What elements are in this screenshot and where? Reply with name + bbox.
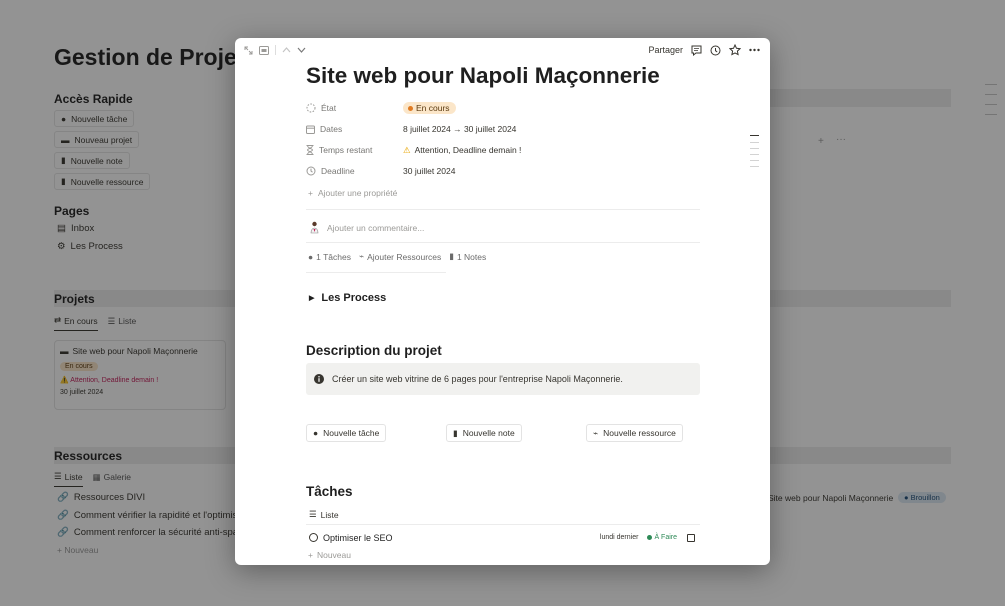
relations-bar: ● 1 Tâches ⌁ Ajouter Ressources ▮ 1 Notes [308,251,486,262]
comment-input[interactable]: Ajouter un commentaire... [309,221,424,234]
task-row[interactable]: Optimiser le SEO lundi dernier À Faire [306,529,700,546]
task-status-icon [309,533,318,542]
expand-icon[interactable] [244,46,253,55]
plus-icon: + [308,550,313,560]
plus-icon: + [308,188,313,198]
divider [306,524,700,525]
task-name[interactable]: Optimiser le SEO [323,533,600,543]
page-title[interactable]: Site web pour Napoli Maçonnerie [306,63,660,89]
info-icon [314,374,324,384]
chevron-up-icon[interactable] [282,47,291,53]
avatar [309,221,320,234]
outline-marker[interactable] [750,148,759,149]
more-icon[interactable] [749,48,760,52]
modal-toolbar-right: Partager [648,44,760,56]
side-peek-icon[interactable] [259,45,269,55]
outline-marker[interactable] [750,154,759,155]
comment-icon[interactable] [691,45,702,56]
clock-icon [306,166,316,176]
toolbar-divider [275,45,276,55]
dates-value: 8 juillet 2024 → 30 juillet 2024 [403,124,517,134]
triangle-right-icon: ▶ [309,295,315,302]
relation-notes[interactable]: ▮ 1 Notes [449,251,486,262]
tasks-heading: Tâches [306,484,353,499]
property-deadline[interactable]: Deadline 30 juillet 2024 [306,162,700,180]
divider [306,209,700,210]
warning-icon: ⚠ [403,144,411,155]
star-icon[interactable] [729,44,741,56]
link-icon: ⌁ [358,251,365,261]
relation-resources[interactable]: ⌁ Ajouter Ressources [359,251,441,262]
list-icon: ☰ [309,509,317,519]
process-toggle[interactable]: ▶ Les Process [309,292,386,304]
status-icon [306,103,316,113]
property-etat[interactable]: État En cours [306,99,700,117]
description-callout: Créer un site web vitrine de 6 pages pou… [306,363,700,395]
chevron-down-icon[interactable] [297,47,306,53]
new-task-button[interactable]: ● Nouvelle tâche [306,424,387,442]
check-circle-icon: ● [313,428,319,438]
relation-tasks[interactable]: ● 1 Tâches [308,252,351,262]
outline-marker[interactable] [750,135,759,136]
property-dates[interactable]: Dates 8 juillet 2024 → 30 juillet 2024 [306,120,700,138]
new-task-row-button[interactable]: + Nouveau [308,550,351,560]
new-note-button[interactable]: ▮ Nouvelle note [446,424,522,442]
outline-marker[interactable] [750,160,759,161]
property-temps-restant[interactable]: Temps restant ⚠ Attention, Deadline demai… [306,141,700,159]
status-badge[interactable]: En cours [403,102,456,114]
add-property-button[interactable]: + Ajouter une propriété [308,188,397,198]
share-button[interactable]: Partager [648,45,683,55]
hourglass-icon [306,145,314,155]
history-icon[interactable] [710,45,721,56]
divider [306,242,700,243]
status-dot [647,535,653,540]
document-icon: ▮ [453,427,458,438]
task-checkbox[interactable] [687,533,695,542]
time-remaining-value: Attention, Deadline demain ! [414,145,522,155]
new-resource-button[interactable]: ⌁ Nouvelle ressource [586,424,683,442]
outline-marker[interactable] [750,166,759,167]
tasks-view-tab[interactable]: ☰ Liste [309,509,339,520]
task-date: lundi dernier [599,534,639,541]
divider [306,272,446,273]
description-heading: Description du projet [306,343,442,358]
link-icon: ⌁ [593,427,599,438]
calendar-icon [306,125,315,134]
page-peek-modal: Partager Site web pour Napoli Maçonnerie… [235,38,770,565]
task-status-badge: À Faire [647,534,677,541]
deadline-value: 30 juillet 2024 [403,166,456,176]
outline-marker[interactable] [750,142,759,143]
status-dot [408,105,413,111]
modal-toolbar-left [244,45,306,55]
check-circle-icon: ● [308,251,314,262]
document-icon: ▮ [449,251,454,261]
